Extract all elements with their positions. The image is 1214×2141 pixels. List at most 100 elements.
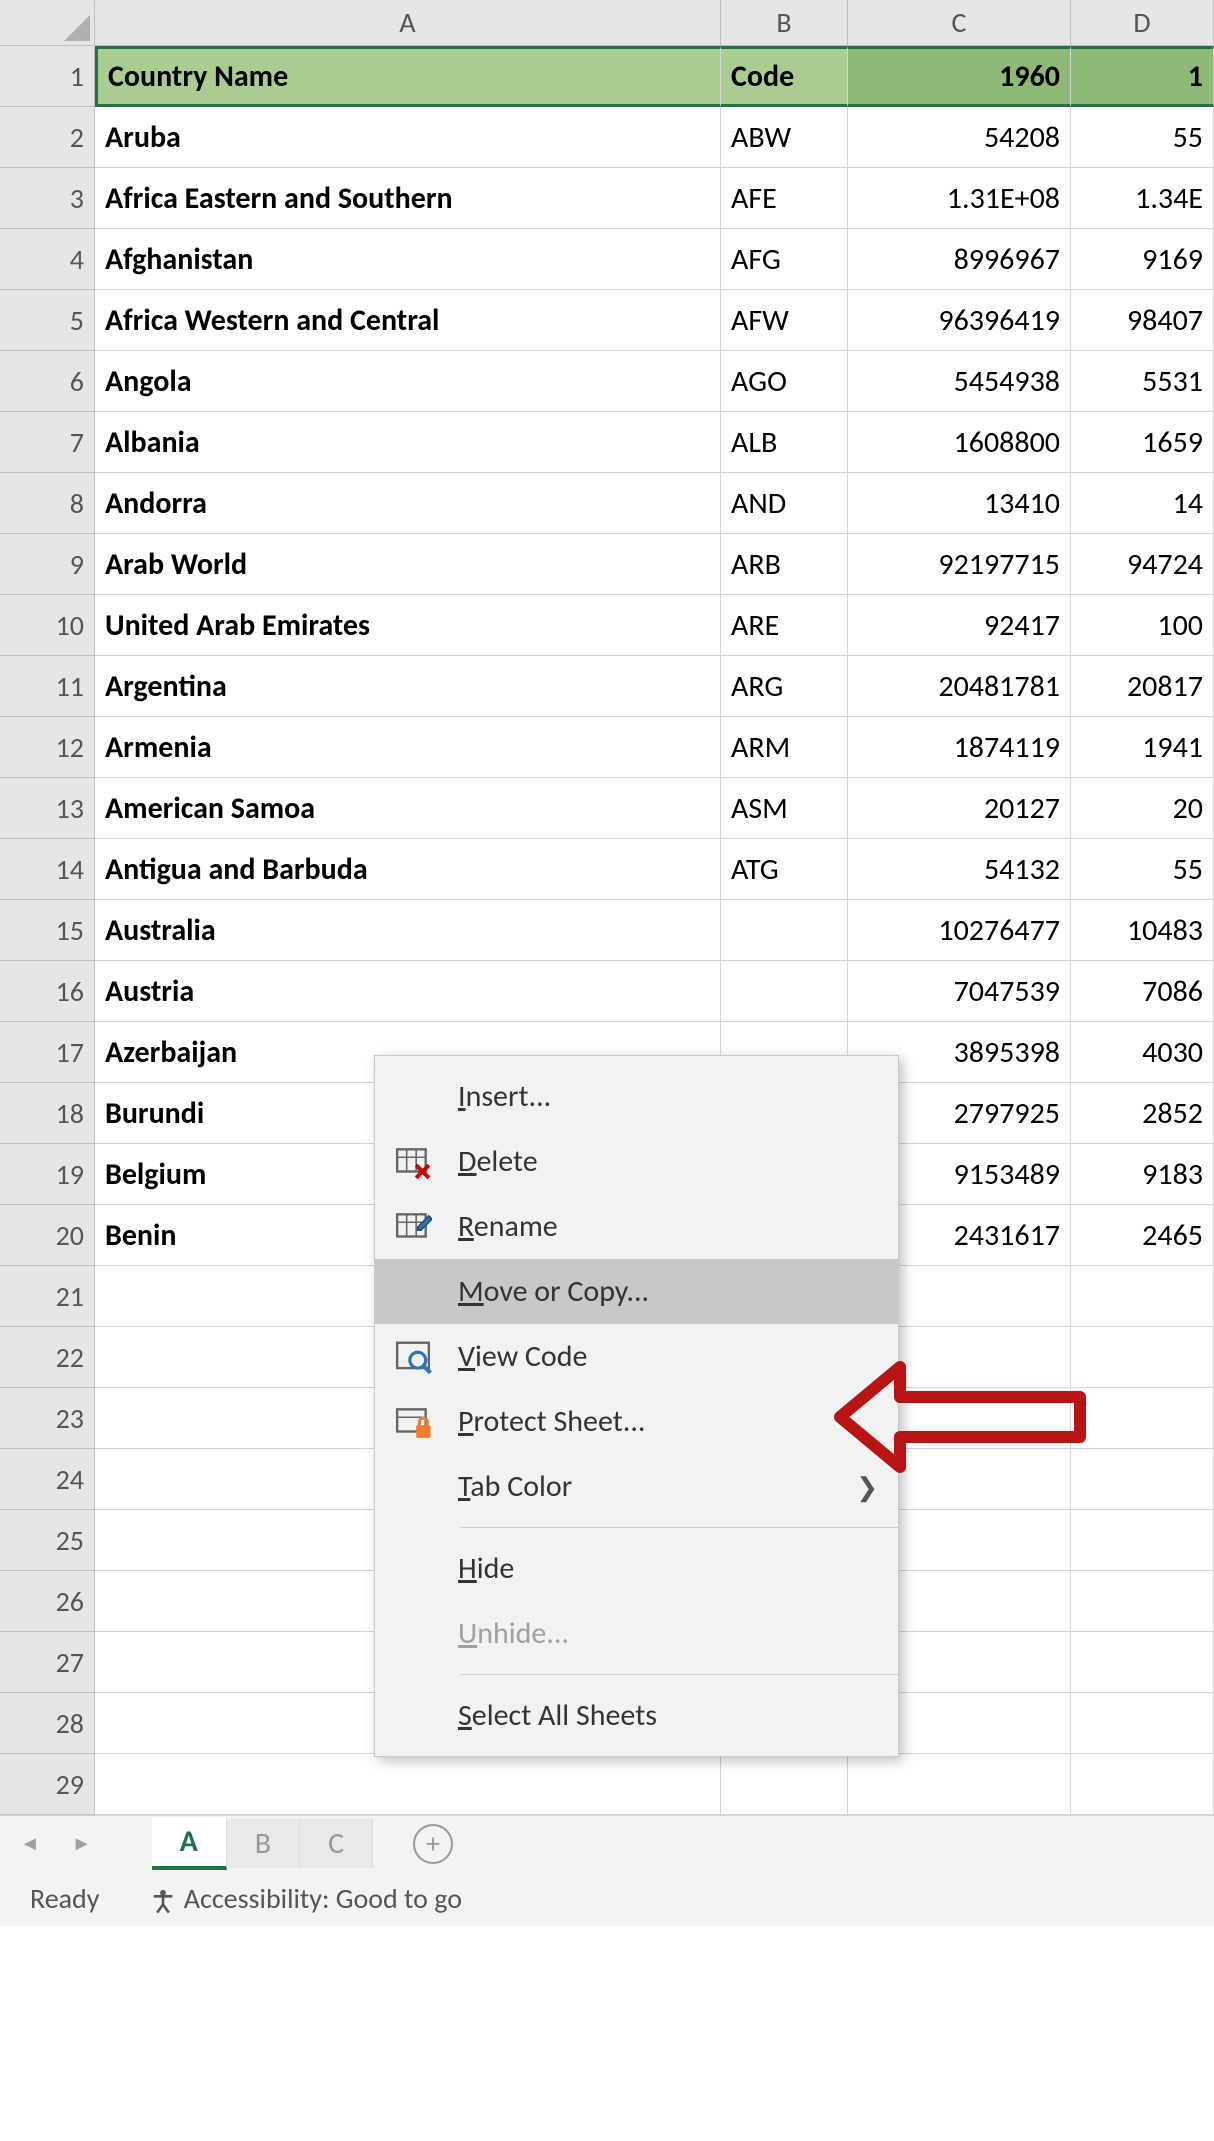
cell-B1[interactable]: Code: [721, 46, 848, 107]
cell-B8[interactable]: AND: [721, 473, 848, 534]
cell-A3[interactable]: Africa Eastern and Southern: [95, 168, 721, 229]
cell-B15[interactable]: [721, 900, 848, 961]
cell-A10[interactable]: United Arab Emirates: [95, 595, 721, 656]
cell-D9[interactable]: 94724: [1071, 534, 1214, 595]
cell-A6[interactable]: Angola: [95, 351, 721, 412]
row-header[interactable]: 10: [0, 595, 95, 656]
cell-B14[interactable]: ATG: [721, 839, 848, 900]
cell-D15[interactable]: 10483: [1071, 900, 1214, 961]
row-header[interactable]: 8: [0, 473, 95, 534]
cell-C1[interactable]: 1960: [848, 46, 1071, 107]
cell-C4[interactable]: 8996967: [848, 229, 1071, 290]
cell-C13[interactable]: 20127: [848, 778, 1071, 839]
cell-B13[interactable]: ASM: [721, 778, 848, 839]
cell-C15[interactable]: 10276477: [848, 900, 1071, 961]
cell-A29[interactable]: [95, 1754, 721, 1815]
cell-D28[interactable]: [1071, 1693, 1214, 1754]
cell-C11[interactable]: 20481781: [848, 656, 1071, 717]
cell-D26[interactable]: [1071, 1571, 1214, 1632]
cell-D16[interactable]: 7086: [1071, 961, 1214, 1022]
column-header-D[interactable]: D: [1071, 0, 1214, 46]
sheet-tab-C[interactable]: C: [300, 1819, 373, 1868]
select-all-corner[interactable]: [0, 0, 95, 46]
cell-D27[interactable]: [1071, 1632, 1214, 1693]
add-sheet-button[interactable]: +: [413, 1824, 453, 1864]
row-header[interactable]: 14: [0, 839, 95, 900]
cell-C6[interactable]: 5454938: [848, 351, 1071, 412]
chevron-left-icon[interactable]: ◄: [20, 1832, 40, 1856]
row-header[interactable]: 13: [0, 778, 95, 839]
cell-C3[interactable]: 1.31E+08: [848, 168, 1071, 229]
cell-B29[interactable]: [721, 1754, 848, 1815]
row-header[interactable]: 20: [0, 1205, 95, 1266]
column-header-C[interactable]: C: [848, 0, 1071, 46]
row-header[interactable]: 12: [0, 717, 95, 778]
cell-A14[interactable]: Antigua and Barbuda: [95, 839, 721, 900]
column-header-A[interactable]: A: [95, 0, 721, 46]
row-header[interactable]: 23: [0, 1388, 95, 1449]
cell-A1[interactable]: Country Name: [95, 46, 721, 107]
row-header[interactable]: 24: [0, 1449, 95, 1510]
cell-A8[interactable]: Andorra: [95, 473, 721, 534]
cell-D13[interactable]: 20: [1071, 778, 1214, 839]
cell-D29[interactable]: [1071, 1754, 1214, 1815]
sheet-tab-B[interactable]: B: [227, 1819, 300, 1868]
cell-C8[interactable]: 13410: [848, 473, 1071, 534]
row-header[interactable]: 27: [0, 1632, 95, 1693]
cell-D1[interactable]: 1: [1071, 46, 1214, 107]
cell-A2[interactable]: Aruba: [95, 107, 721, 168]
cell-D11[interactable]: 20817: [1071, 656, 1214, 717]
cell-D24[interactable]: [1071, 1449, 1214, 1510]
row-header[interactable]: 5: [0, 290, 95, 351]
row-header[interactable]: 25: [0, 1510, 95, 1571]
row-header[interactable]: 17: [0, 1022, 95, 1083]
menu-rename[interactable]: Rename: [375, 1194, 898, 1259]
row-header[interactable]: 15: [0, 900, 95, 961]
cell-D7[interactable]: 1659: [1071, 412, 1214, 473]
cell-B2[interactable]: ABW: [721, 107, 848, 168]
cell-A9[interactable]: Arab World: [95, 534, 721, 595]
menu-protect-sheet[interactable]: Protect Sheet...: [375, 1389, 898, 1454]
cell-B12[interactable]: ARM: [721, 717, 848, 778]
cell-B10[interactable]: ARE: [721, 595, 848, 656]
cell-D22[interactable]: [1071, 1327, 1214, 1388]
cell-D19[interactable]: 9183: [1071, 1144, 1214, 1205]
row-header[interactable]: 6: [0, 351, 95, 412]
cell-D5[interactable]: 98407: [1071, 290, 1214, 351]
cell-B9[interactable]: ARB: [721, 534, 848, 595]
cell-D14[interactable]: 55: [1071, 839, 1214, 900]
row-header[interactable]: 2: [0, 107, 95, 168]
cell-D18[interactable]: 2852: [1071, 1083, 1214, 1144]
tab-nav-arrows[interactable]: ◄ ►: [20, 1832, 92, 1856]
cell-D6[interactable]: 5531: [1071, 351, 1214, 412]
cell-D2[interactable]: 55: [1071, 107, 1214, 168]
cell-D8[interactable]: 14: [1071, 473, 1214, 534]
cell-A15[interactable]: Australia: [95, 900, 721, 961]
row-header[interactable]: 11: [0, 656, 95, 717]
menu-select-all-sheets[interactable]: Select All Sheets: [375, 1683, 898, 1748]
cell-C2[interactable]: 54208: [848, 107, 1071, 168]
menu-insert[interactable]: Insert...: [375, 1064, 898, 1129]
menu-view-code[interactable]: View Code: [375, 1324, 898, 1389]
row-header[interactable]: 4: [0, 229, 95, 290]
cell-A11[interactable]: Argentina: [95, 656, 721, 717]
row-header[interactable]: 29: [0, 1754, 95, 1815]
row-header[interactable]: 26: [0, 1571, 95, 1632]
cell-D3[interactable]: 1.34E: [1071, 168, 1214, 229]
cell-C7[interactable]: 1608800: [848, 412, 1071, 473]
cell-A4[interactable]: Afghanistan: [95, 229, 721, 290]
sheet-tab-A[interactable]: A: [152, 1817, 227, 1870]
cell-D20[interactable]: 2465: [1071, 1205, 1214, 1266]
cell-C14[interactable]: 54132: [848, 839, 1071, 900]
cell-D4[interactable]: 9169: [1071, 229, 1214, 290]
chevron-right-icon[interactable]: ►: [72, 1832, 92, 1856]
cell-D17[interactable]: 4030: [1071, 1022, 1214, 1083]
row-header[interactable]: 3: [0, 168, 95, 229]
cell-C10[interactable]: 92417: [848, 595, 1071, 656]
cell-D12[interactable]: 1941: [1071, 717, 1214, 778]
cell-C16[interactable]: 7047539: [848, 961, 1071, 1022]
menu-move-or-copy[interactable]: Move or Copy...: [375, 1259, 898, 1324]
cell-B3[interactable]: AFE: [721, 168, 848, 229]
cell-B6[interactable]: AGO: [721, 351, 848, 412]
menu-tab-color[interactable]: Tab Color ❯: [375, 1454, 898, 1519]
